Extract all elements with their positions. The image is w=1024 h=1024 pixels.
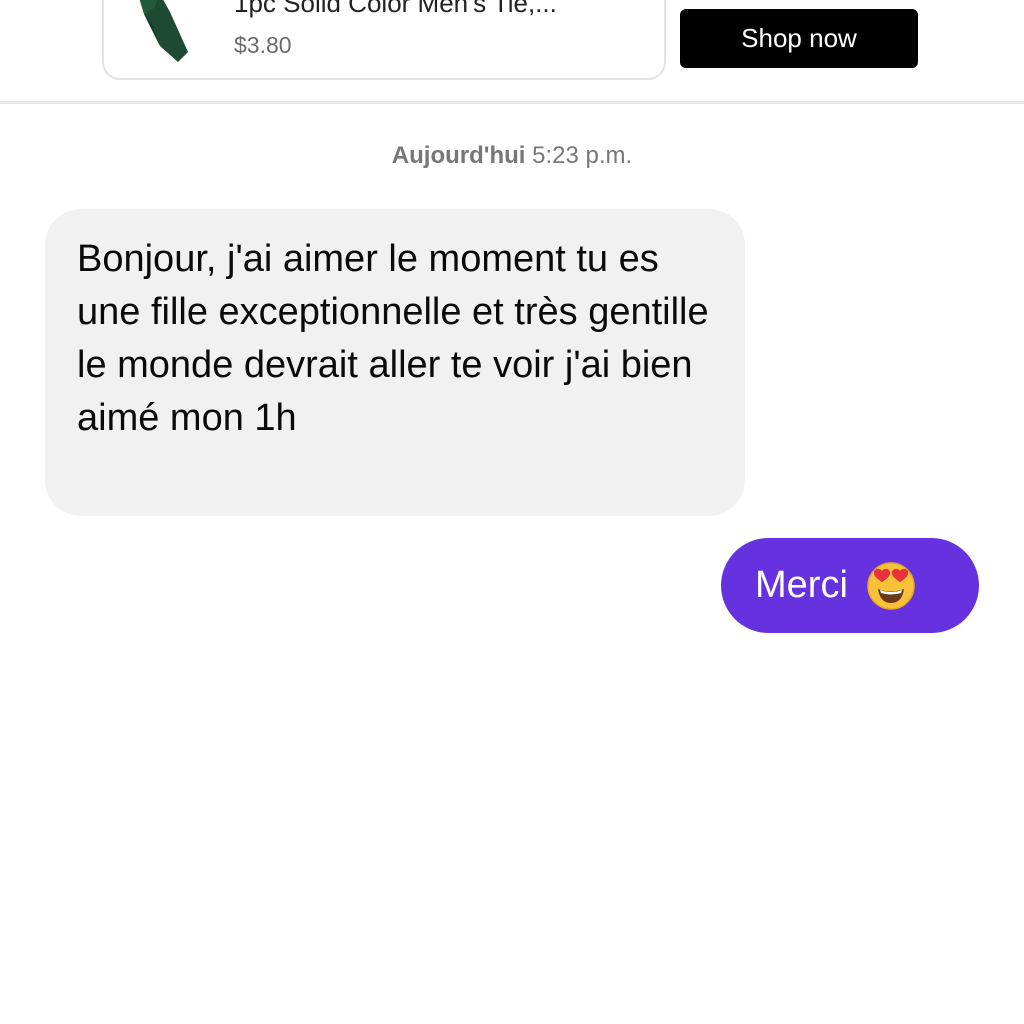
necktie-icon	[130, 0, 190, 64]
ad-product-price: $3.80	[234, 32, 292, 58]
ad-product-title: 1pc Solid Color Men's Tie,...	[234, 0, 557, 18]
shop-now-button[interactable]: Shop now	[680, 9, 918, 68]
incoming-message-bubble[interactable]: Bonjour, j'ai aimer le moment tu es une …	[45, 209, 745, 516]
message-timestamp: Aujourd'hui 5:23 p.m.	[0, 142, 1024, 170]
outgoing-message-bubble[interactable]: Merci	[721, 538, 979, 633]
timestamp-time: 5:23 p.m.	[532, 142, 633, 169]
outgoing-message-text: Merci	[755, 564, 848, 606]
product-ad-card[interactable]: 1pc Solid Color Men's Tie,... $3.80	[102, 0, 666, 80]
divider	[0, 101, 1024, 104]
chat-screen: 1pc Solid Color Men's Tie,... $3.80 Shop…	[0, 0, 1024, 1024]
heart-eyes-emoji-icon	[866, 561, 916, 611]
timestamp-day: Aujourd'hui	[391, 142, 526, 169]
